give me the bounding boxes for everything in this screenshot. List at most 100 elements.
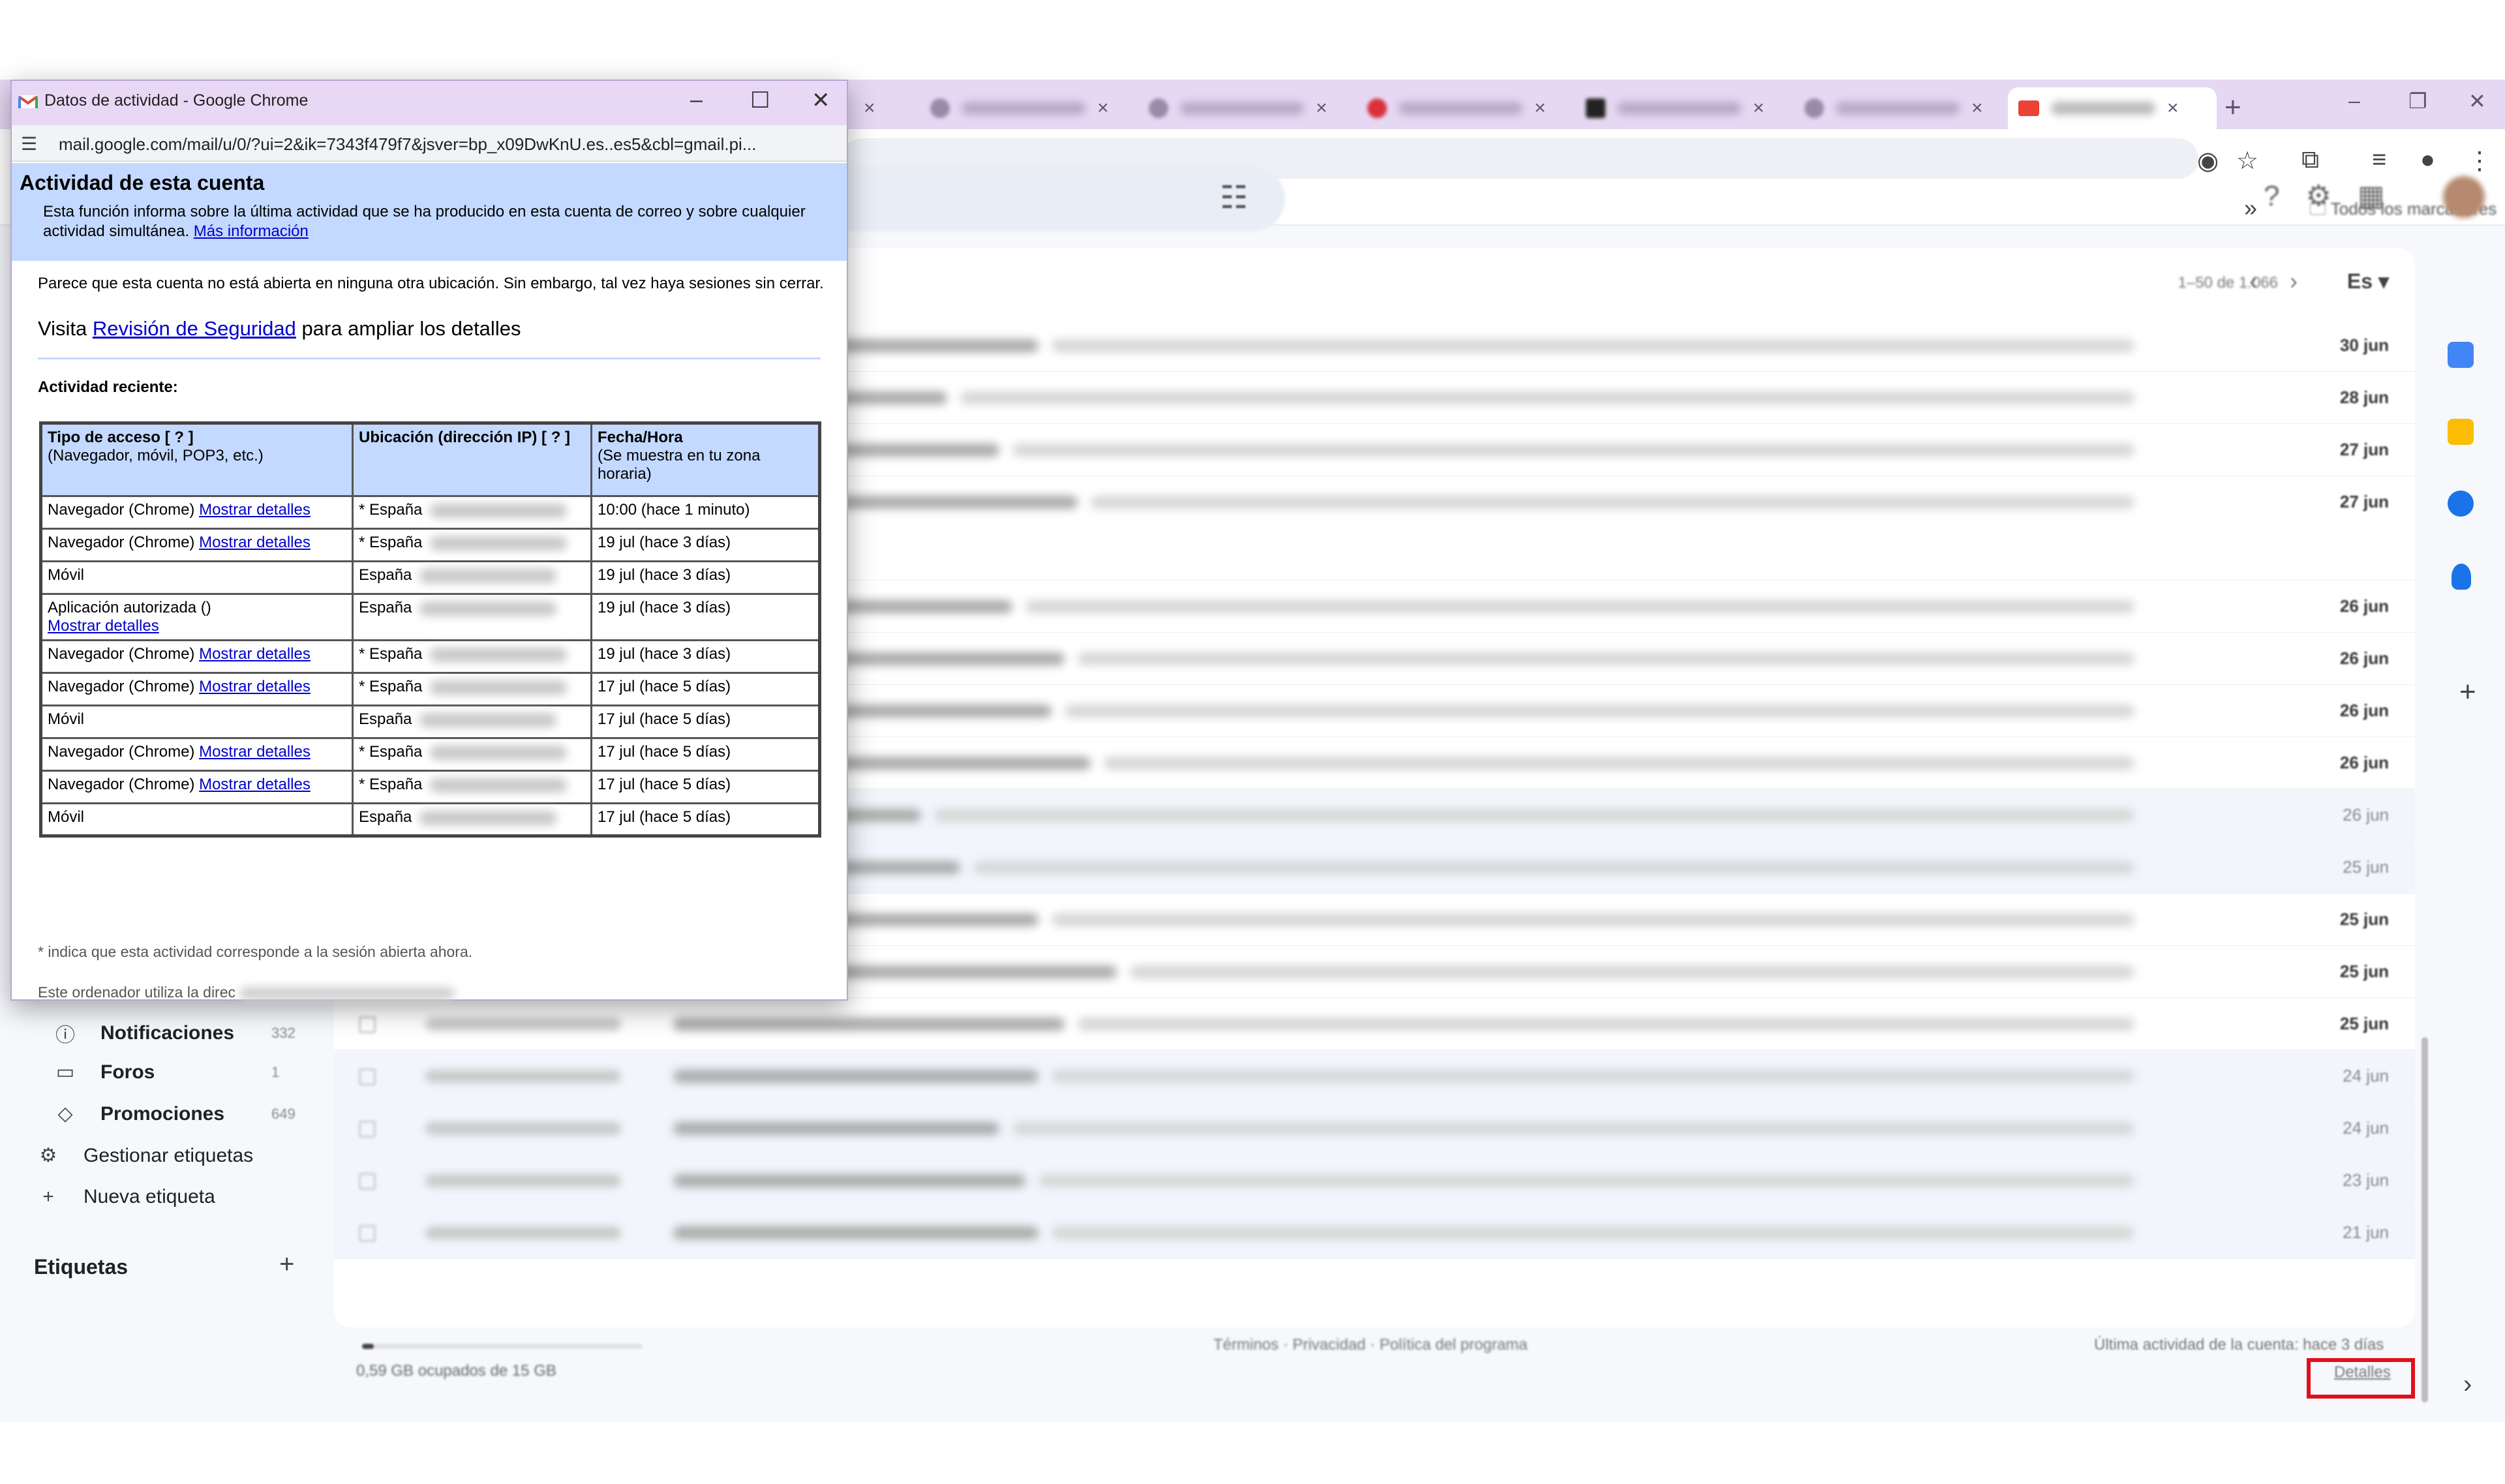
- mail-row[interactable]: 25 jun: [334, 998, 2415, 1050]
- location-cell: * España: [352, 770, 592, 804]
- extensions-icon[interactable]: ⧉: [2301, 146, 2319, 174]
- new-tab-plus-icon[interactable]: +: [2224, 91, 2241, 124]
- show-details-link[interactable]: Mostrar detalles: [199, 776, 311, 793]
- mail-snippet: [1104, 757, 2134, 770]
- media-icon[interactable]: ≡: [2372, 146, 2386, 174]
- account-avatar[interactable]: [2443, 176, 2485, 218]
- keep-icon[interactable]: [2448, 419, 2474, 445]
- input-language-button[interactable]: Es ▾: [2347, 269, 2389, 294]
- next-page-icon[interactable]: ›: [2290, 267, 2330, 294]
- mail-row[interactable]: 21 jun: [334, 1207, 2415, 1259]
- sidebar-item-notificaciones[interactable]: ⓘ Notificaciones 332: [52, 1019, 296, 1048]
- show-details-link[interactable]: Mostrar detalles: [199, 678, 311, 695]
- settings-gear-icon[interactable]: ⚙: [2305, 180, 2357, 212]
- tasks-icon[interactable]: [2448, 491, 2474, 517]
- menu-dots-icon[interactable]: ⋮: [2467, 146, 2492, 175]
- mail-checkbox[interactable]: [359, 1225, 376, 1242]
- location-cell: España: [352, 593, 592, 641]
- mail-snippet: [934, 809, 2134, 822]
- activity-popup-window: Datos de actividad - Google Chrome – ☐ ✕…: [10, 80, 848, 1001]
- mail-date: 26 jun: [2343, 805, 2389, 825]
- contacts-icon[interactable]: [2452, 564, 2471, 590]
- hide-side-panel-icon[interactable]: ›: [2463, 1370, 2472, 1399]
- browser-tab-gmail-active[interactable]: ×: [2008, 87, 2217, 129]
- close-tab-icon[interactable]: ×: [1316, 97, 1328, 119]
- browser-tab[interactable]: ×: [1794, 87, 1994, 129]
- popup-url-bar[interactable]: ☰ mail.google.com/mail/u/0/?ui=2&ik=7343…: [12, 125, 847, 162]
- redacted-ip: [239, 986, 455, 1000]
- show-details-link[interactable]: Mostrar detalles: [199, 501, 311, 519]
- minimize-icon[interactable]: –: [2348, 89, 2360, 113]
- restore-icon[interactable]: ❐: [2408, 89, 2427, 114]
- search-filter-icon[interactable]: ☷: [1220, 179, 1248, 216]
- sidebar-item-gestionar-etiquetas[interactable]: ⚙ Gestionar etiquetas: [35, 1144, 254, 1167]
- close-tab-icon[interactable]: ×: [1097, 97, 1109, 119]
- browser-tab[interactable]: ×: [920, 87, 1119, 129]
- show-details-link[interactable]: Mostrar detalles: [199, 534, 311, 551]
- mail-checkbox[interactable]: [359, 1068, 376, 1085]
- datetime-cell: 19 jul (hace 3 días): [590, 593, 821, 641]
- mail-date: 25 jun: [2339, 909, 2389, 929]
- browser-tab[interactable]: ×: [1357, 87, 1556, 129]
- sidebar-item-label: Nueva etiqueta: [84, 1186, 215, 1207]
- more-info-link[interactable]: Más información: [194, 222, 309, 240]
- popup-maximize-icon[interactable]: ☐: [750, 87, 770, 114]
- mail-row[interactable]: 24 jun: [334, 1102, 2415, 1155]
- star-icon[interactable]: ☆: [2236, 146, 2258, 175]
- sidebar-item-count: 649: [271, 1105, 296, 1122]
- table-row: Aplicación autorizada () Mostrar detalles…: [40, 593, 821, 641]
- help-icon[interactable]: ?: [2264, 180, 2305, 212]
- browser-tab[interactable]: ×: [1138, 87, 1338, 129]
- add-label-plus-icon[interactable]: +: [279, 1250, 294, 1279]
- sidebar-item-foros[interactable]: ▭ Foros 1: [52, 1061, 279, 1083]
- close-tab-icon[interactable]: ×: [1534, 97, 1546, 119]
- header-icons: ?⚙▦: [2264, 179, 2411, 213]
- mail-date: 26 jun: [2339, 753, 2389, 772]
- scrollbar[interactable]: [2422, 1037, 2428, 1402]
- close-tab-icon[interactable]: ×: [1753, 97, 1765, 119]
- tab-favicon-icon: [1586, 98, 1605, 118]
- browser-tab[interactable]: ×: [842, 87, 886, 129]
- apps-grid-icon[interactable]: ▦: [2358, 180, 2411, 212]
- details-highlight-box: [2307, 1358, 2415, 1399]
- mail-row[interactable]: 24 jun: [334, 1050, 2415, 1102]
- site-settings-icon[interactable]: ☰: [21, 133, 37, 155]
- browser-tab[interactable]: ×: [1575, 87, 1775, 129]
- close-window-icon[interactable]: ✕: [2468, 89, 2486, 114]
- redacted-ip: [419, 712, 557, 727]
- table-header-row: Tipo de acceso [ ? ] (Navegador, móvil, P…: [40, 422, 821, 497]
- datetime-cell: 17 jul (hace 5 días): [590, 704, 821, 739]
- security-review-link[interactable]: Revisión de Seguridad: [93, 317, 296, 340]
- redacted-ip: [430, 503, 568, 518]
- more-bookmarks-icon[interactable]: »: [2244, 194, 2257, 222]
- table-row: Navegador (Chrome) Mostrar detalles * Esp…: [40, 770, 821, 804]
- popup-window-title: Datos de actividad - Google Chrome: [44, 91, 309, 110]
- location-cell: España: [352, 802, 592, 837]
- show-details-link[interactable]: Mostrar detalles: [199, 743, 311, 761]
- popup-minimize-icon[interactable]: –: [690, 87, 703, 113]
- show-details-link[interactable]: Mostrar detalles: [199, 645, 311, 663]
- tab-favicon-icon: [1804, 98, 1824, 118]
- access-type-cell: Navegador (Chrome) Mostrar detalles: [40, 495, 354, 530]
- table-row: Móvil España 17 jul (hace 5 días): [40, 802, 821, 837]
- calendar-icon[interactable]: [2448, 342, 2474, 368]
- mail-date: 26 jun: [2339, 648, 2389, 668]
- close-tab-icon[interactable]: ×: [2167, 97, 2179, 119]
- profile-icon[interactable]: ●: [2420, 146, 2435, 174]
- mail-checkbox[interactable]: [359, 1016, 376, 1033]
- mail-row[interactable]: 23 jun: [334, 1155, 2415, 1207]
- prev-page-icon[interactable]: ‹: [2249, 267, 2290, 294]
- mail-checkbox[interactable]: [359, 1121, 376, 1138]
- activity-header: Actividad de esta cuenta Esta función in…: [12, 163, 847, 261]
- show-details-link[interactable]: Mostrar detalles: [48, 617, 159, 635]
- get-addons-plus-icon[interactable]: +: [2459, 676, 2476, 708]
- gmail-search-bar[interactable]: [842, 166, 1285, 232]
- sidebar-item-nueva-etiqueta[interactable]: + Nueva etiqueta: [35, 1186, 215, 1208]
- footer-links[interactable]: Términos · Privacidad · Política del pro…: [1213, 1336, 1528, 1354]
- close-tab-icon[interactable]: ×: [1971, 97, 1983, 119]
- eye-icon[interactable]: ◉: [2197, 146, 2219, 175]
- sidebar-item-promociones[interactable]: ◇ Promociones 649: [52, 1102, 295, 1125]
- popup-close-icon[interactable]: ✕: [812, 87, 830, 114]
- mail-checkbox[interactable]: [359, 1173, 376, 1190]
- close-tab-icon[interactable]: ×: [864, 97, 875, 119]
